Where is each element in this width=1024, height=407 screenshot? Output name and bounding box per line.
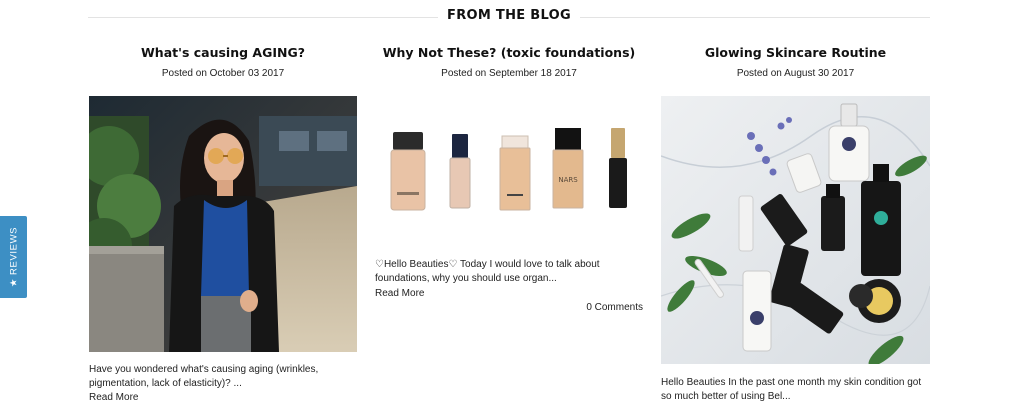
post-image-skincare-flatlay[interactable] <box>661 96 930 364</box>
read-more-link[interactable]: Read More <box>89 392 138 403</box>
reviews-tab-label: ★ REVIEWS <box>8 227 19 287</box>
comments-count[interactable]: 0 Comments <box>543 302 643 313</box>
divider-right <box>580 17 930 18</box>
post-date: Posted on September 18 2017 <box>441 68 577 79</box>
post-title[interactable]: Glowing Skincare Routine <box>661 45 930 60</box>
post-date: Posted on October 03 2017 <box>161 68 285 79</box>
post-excerpt: ♡Hello Beauties♡ Today I would love to t… <box>375 259 600 284</box>
post-image-woman-portrait[interactable] <box>89 96 357 352</box>
star-icon: ★ <box>8 277 19 288</box>
section-title: FROM THE BLOG <box>447 8 571 23</box>
reviews-tab[interactable]: ★ REVIEWS <box>0 216 27 298</box>
blog-section-header: FROM THE BLOG <box>88 0 930 34</box>
post-image-foundation-bottles[interactable]: NARS <box>375 96 643 246</box>
post-excerpt: Have you wondered what's causing aging (… <box>89 364 319 389</box>
svg-text:NARS: NARS <box>558 176 578 184</box>
read-more-link[interactable]: Read More <box>375 288 424 299</box>
post-date: Posted on August 30 2017 <box>736 68 855 79</box>
post-title[interactable]: Why Not These? (toxic foundations) <box>375 45 643 60</box>
post-excerpt: Hello Beauties In the past one month my … <box>661 377 922 402</box>
post-title[interactable]: What's causing AGING? <box>89 45 357 60</box>
reviews-text: REVIEWS <box>8 226 19 275</box>
